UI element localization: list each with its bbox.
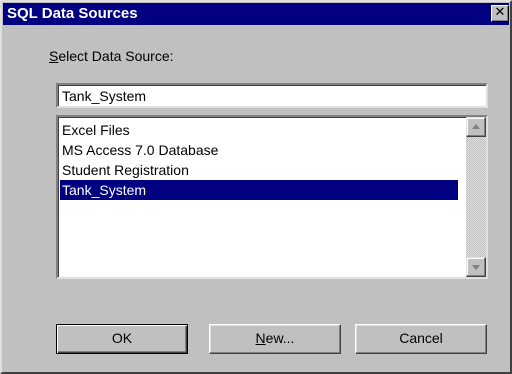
new-button-label: ew... bbox=[265, 330, 295, 346]
scroll-down-button[interactable] bbox=[466, 257, 486, 277]
sql-data-sources-dialog: SQL Data Sources ✕ Select Data Source: E… bbox=[0, 0, 512, 374]
select-data-source-label: Select Data Source: bbox=[49, 48, 174, 65]
new-button-accelerator: N bbox=[255, 330, 266, 346]
title-bar[interactable]: SQL Data Sources ✕ bbox=[3, 3, 509, 25]
label-accelerator: S bbox=[49, 48, 59, 64]
list-item[interactable]: MS Access 7.0 Database bbox=[60, 140, 458, 160]
new-button[interactable]: New... bbox=[209, 324, 341, 354]
label-text: elect Data Source: bbox=[58, 48, 174, 64]
scroll-up-arrow-icon bbox=[472, 124, 480, 129]
list-item[interactable]: Excel Files bbox=[60, 120, 458, 140]
window-title: SQL Data Sources bbox=[7, 5, 138, 22]
close-icon: ✕ bbox=[494, 5, 506, 20]
data-source-input[interactable] bbox=[56, 83, 488, 108]
ok-button[interactable]: OK bbox=[56, 324, 188, 354]
scroll-down-arrow-icon bbox=[472, 265, 480, 270]
list-item[interactable]: Student Registration bbox=[60, 160, 458, 180]
close-button[interactable]: ✕ bbox=[491, 5, 509, 22]
list-item-selected[interactable]: Tank_System bbox=[60, 180, 458, 200]
data-source-listbox[interactable]: Excel Files MS Access 7.0 Database Stude… bbox=[56, 115, 488, 279]
cancel-button-label: Cancel bbox=[399, 330, 443, 346]
cancel-button[interactable]: Cancel bbox=[355, 324, 487, 354]
list-items: Excel Files MS Access 7.0 Database Stude… bbox=[60, 120, 458, 200]
ok-button-label: OK bbox=[111, 330, 133, 346]
vertical-scrollbar[interactable] bbox=[466, 117, 486, 277]
scroll-up-button[interactable] bbox=[466, 117, 486, 137]
